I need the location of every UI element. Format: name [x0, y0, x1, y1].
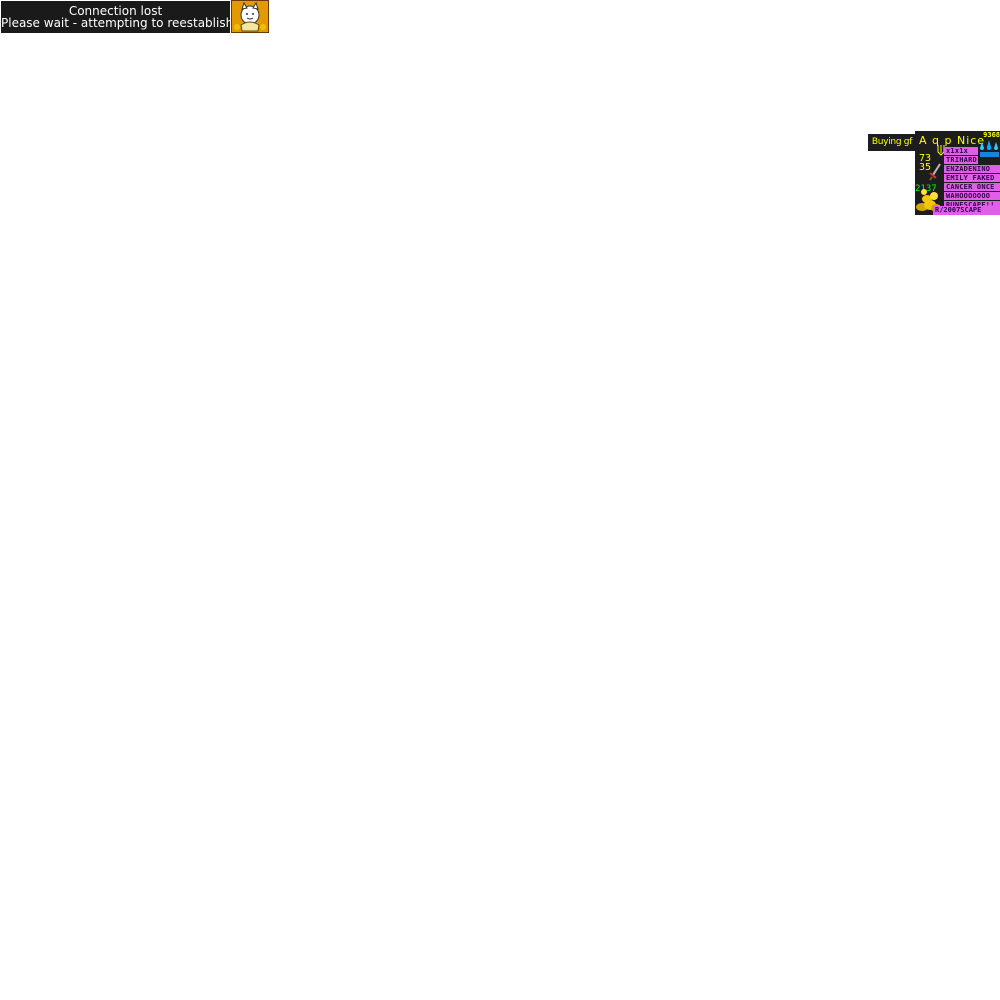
- name-row: TRIHARD: [944, 156, 978, 164]
- hud-title: A q p Nice: [919, 134, 986, 147]
- sword-icon: [929, 163, 941, 181]
- name-row: x1x1x: [944, 147, 978, 155]
- name-row: CANCER ONCE: [944, 183, 1000, 191]
- hud-counter: 9368: [983, 132, 1000, 139]
- name-row: WAHOOOOOOO: [944, 192, 1000, 200]
- name-row: ENZADENINO: [944, 165, 1000, 173]
- connection-lost-message: Please wait - attempting to reestablish: [1, 16, 234, 30]
- buying-tag: Buying gf: [868, 134, 916, 151]
- cat-avatar-icon: [231, 0, 269, 33]
- subreddit-label: R/2007SCAPE: [933, 206, 1000, 215]
- name-list: x1x1x TRIHARD ENZADENINO EMILY FAKED CAN…: [944, 147, 1000, 210]
- hud-panel: A q p Nice 9368 73 35 2137 x1x1x TRIHARD…: [915, 131, 1000, 215]
- connection-lost-banner: Connection lost Please wait - attempting…: [1, 1, 234, 33]
- name-row: EMILY FAKED: [944, 174, 1000, 182]
